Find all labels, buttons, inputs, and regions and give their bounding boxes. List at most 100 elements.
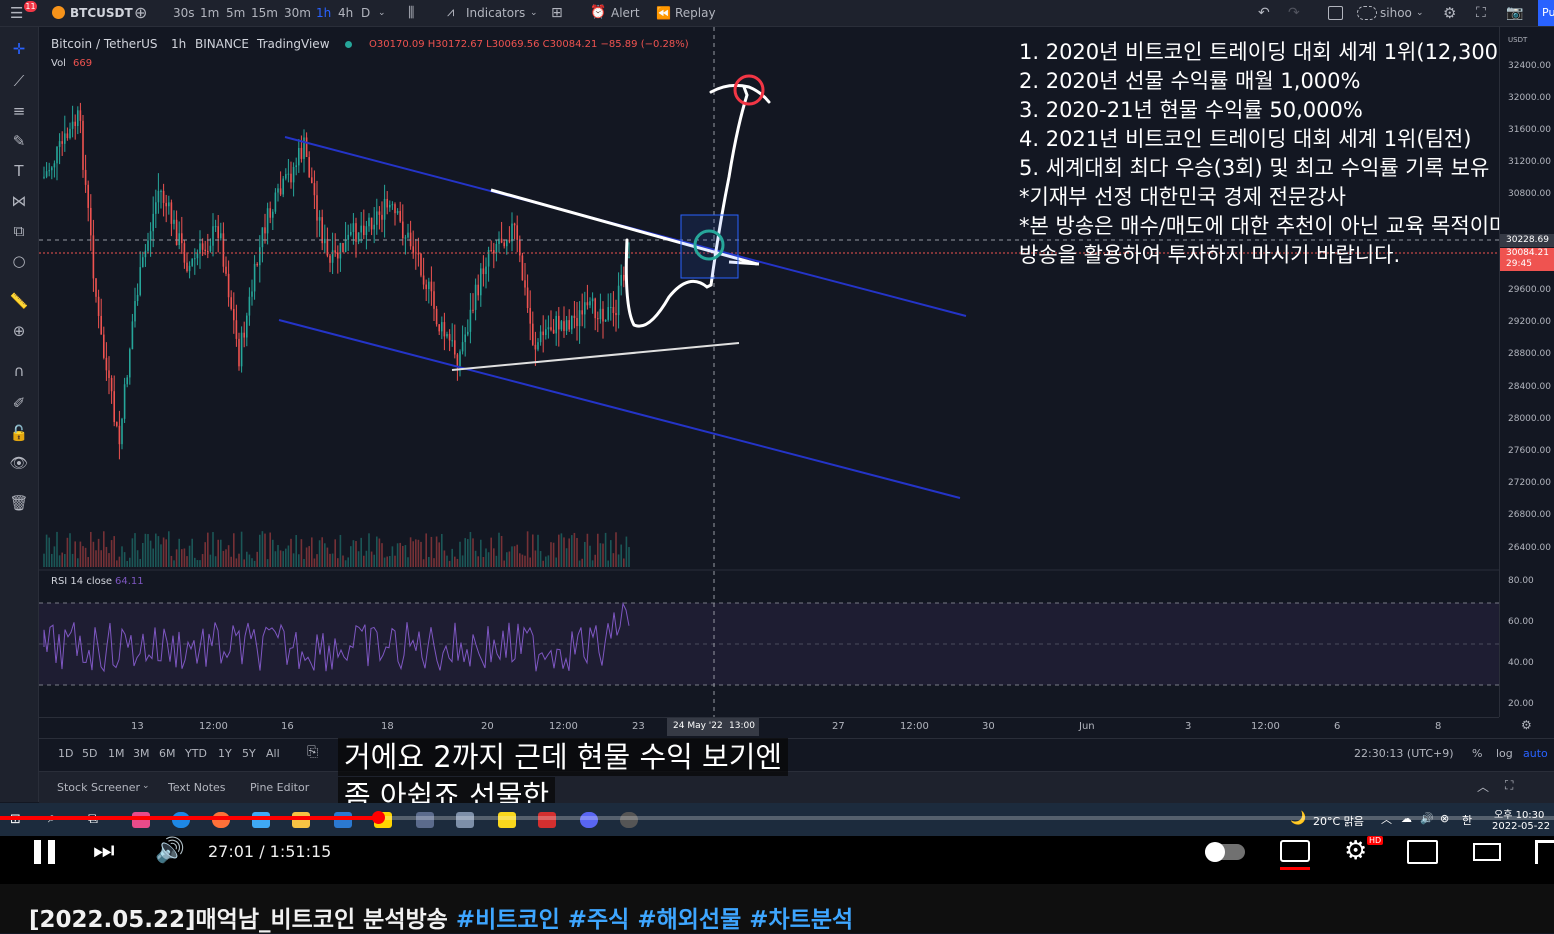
trash-icon[interactable]: 🗑 <box>8 493 30 513</box>
interval-1m[interactable]: 1m <box>200 0 219 26</box>
publish-button[interactable]: Pu <box>1538 0 1554 26</box>
video-progress-scrubber[interactable] <box>371 811 385 824</box>
redo-icon[interactable]: ↷ <box>1288 0 1300 26</box>
layout-name[interactable]: sihoo <box>1380 0 1412 26</box>
clock-timezone[interactable]: 22:30:13 (UTC+9) <box>1354 747 1454 760</box>
file-explorer-icon[interactable] <box>292 812 310 828</box>
fib-lines-icon[interactable]: ≡ <box>8 101 30 121</box>
range-3m[interactable]: 3M <box>133 747 150 760</box>
video-progress-track[interactable] <box>0 811 1554 824</box>
range-1y[interactable]: 1Y <box>218 747 232 760</box>
candle-type-icon[interactable]: ⫼ <box>408 0 414 26</box>
magnet-icon[interactable]: ∩ <box>8 361 30 381</box>
time-axis[interactable]: 13 12:00 16 18 20 12:00 23 24 May '22 13… <box>39 717 1532 738</box>
edge-icon[interactable] <box>172 812 190 828</box>
discord-icon[interactable] <box>580 812 598 828</box>
fullscreen-frame-icon[interactable] <box>1328 6 1343 20</box>
pattern-icon[interactable]: ⋈ <box>8 191 30 211</box>
layout-chevron-down-icon[interactable]: ⌄ <box>1416 0 1424 26</box>
app-icon-4[interactable] <box>416 812 434 828</box>
alert-clock-icon[interactable]: ⏰ <box>590 0 606 26</box>
interval-4h[interactable]: 4h <box>338 0 353 26</box>
range-all[interactable]: All <box>266 747 280 760</box>
fullscreen-player-icon[interactable] <box>1535 840 1554 864</box>
percent-toggle[interactable]: % <box>1472 747 1482 760</box>
tab-text-notes[interactable]: Text Notes <box>168 781 226 794</box>
video-title[interactable]: [2022.05.22]매억남_비트코인 분석방송 #비트코인 #주식 #해외선… <box>29 900 853 934</box>
range-1d[interactable]: 1D <box>58 747 73 760</box>
panel-maximize-icon[interactable]: ⛶ <box>1505 778 1513 793</box>
panel-collapse-icon[interactable]: ︿ <box>1477 778 1489 795</box>
app-icon-5[interactable] <box>456 812 474 828</box>
compare-plus-icon[interactable]: ⊕ <box>134 0 147 26</box>
eye-icon[interactable]: 👁 <box>8 453 30 473</box>
log-toggle[interactable]: log <box>1496 747 1513 760</box>
brush-icon[interactable]: ✎ <box>8 131 30 151</box>
indicators-icon[interactable]: ⩘ <box>447 0 454 26</box>
obs-icon[interactable] <box>620 812 638 828</box>
interval-d[interactable]: D <box>361 0 370 26</box>
volume-icon[interactable]: 🔊 <box>155 836 185 864</box>
app-icon-2[interactable] <box>252 812 270 828</box>
tab-pine-editor[interactable]: Pine Editor <box>250 781 309 794</box>
text-tool-icon[interactable]: T <box>8 161 30 181</box>
firefox-icon[interactable] <box>212 812 230 828</box>
prediction-icon[interactable]: ⧉ <box>8 221 30 241</box>
volume-bar <box>370 551 373 567</box>
autoplay-toggle[interactable] <box>1205 842 1245 862</box>
range-5d[interactable]: 5D <box>82 747 97 760</box>
layout-grid-icon[interactable]: ⊞ <box>551 0 563 26</box>
auto-toggle[interactable]: auto <box>1523 747 1548 760</box>
zoom-in-icon[interactable]: ⊕ <box>8 321 30 341</box>
interval-5m[interactable]: 5m <box>226 0 245 26</box>
symbol-search-button[interactable]: BTCUSDT <box>70 0 133 26</box>
pause-icon[interactable] <box>48 840 55 864</box>
next-icon[interactable]: ⏭ <box>93 836 115 864</box>
indicators-chevron-down-icon[interactable]: ⌄ <box>530 0 538 26</box>
circle-icon[interactable]: ○ <box>8 251 30 271</box>
app-icon-1[interactable] <box>132 812 150 828</box>
tab-stock-screener[interactable]: Stock Screener <box>57 781 140 794</box>
screener-chevron-down-icon[interactable]: ⌄ <box>142 781 150 791</box>
miniplayer-icon[interactable] <box>1407 840 1438 864</box>
interval-30s[interactable]: 30s <box>173 0 195 26</box>
volume-bar <box>383 557 386 567</box>
axis-settings-gear-icon[interactable]: ⚙ <box>1521 718 1532 732</box>
indicators-button[interactable]: Indicators <box>466 0 525 26</box>
theater-mode-icon[interactable] <box>1473 843 1501 861</box>
range-ytd[interactable]: YTD <box>185 747 207 760</box>
replay-icon[interactable]: ⏪ <box>656 0 671 26</box>
ruler-icon[interactable]: 📏 <box>8 291 30 311</box>
ime-icon[interactable]: 한 <box>1462 812 1472 828</box>
volume-bar <box>368 533 370 567</box>
ie-icon[interactable] <box>334 812 352 828</box>
interval-1h[interactable]: 1h <box>316 0 331 26</box>
settings-icon[interactable]: ⚙ <box>1344 836 1367 866</box>
trend-line-icon[interactable]: ⟋ <box>8 71 30 91</box>
range-1m[interactable]: 1M <box>108 747 125 760</box>
lock-drawing-icon[interactable]: ✐ <box>8 393 30 413</box>
pause-icon-bar[interactable] <box>34 840 41 864</box>
lock-icon[interactable]: 🔓 <box>8 423 30 443</box>
fullscreen-icon[interactable]: ⛶ <box>1476 0 1486 26</box>
settings-gear-icon[interactable]: ⚙ <box>1443 0 1456 26</box>
price-scale[interactable]: USDT 32400.00 32000.00 31600.00 31200.00… <box>1499 27 1554 717</box>
menu-icon[interactable]: ☰ <box>10 0 23 26</box>
video-hashtags[interactable]: #비트코인 #주식 #해외선물 #차트분석 <box>456 907 853 933</box>
range-6m[interactable]: 6M <box>159 747 176 760</box>
interval-15m[interactable]: 15m <box>251 0 278 26</box>
subtitles-icon[interactable] <box>1280 840 1310 862</box>
taskbar-date[interactable]: 2022-05-22 <box>1492 821 1550 832</box>
kakaotalk-icon[interactable] <box>498 812 516 828</box>
alert-button[interactable]: Alert <box>611 0 640 26</box>
interval-30m[interactable]: 30m <box>284 0 311 26</box>
range-5y[interactable]: 5Y <box>242 747 256 760</box>
interval-chevron-down-icon[interactable]: ⌄ <box>378 0 386 26</box>
crosshair-icon[interactable]: ✛ <box>8 39 30 59</box>
camera-icon[interactable]: 📷 <box>1506 0 1523 26</box>
chart-pane[interactable]: Bitcoin / TetherUS 1h BINANCE TradingVie… <box>39 27 1526 717</box>
app-icon-6[interactable] <box>538 812 556 828</box>
replay-button[interactable]: Replay <box>675 0 716 26</box>
goto-date-icon[interactable]: ⎘ <box>307 744 318 760</box>
undo-icon[interactable]: ↶ <box>1258 0 1270 26</box>
